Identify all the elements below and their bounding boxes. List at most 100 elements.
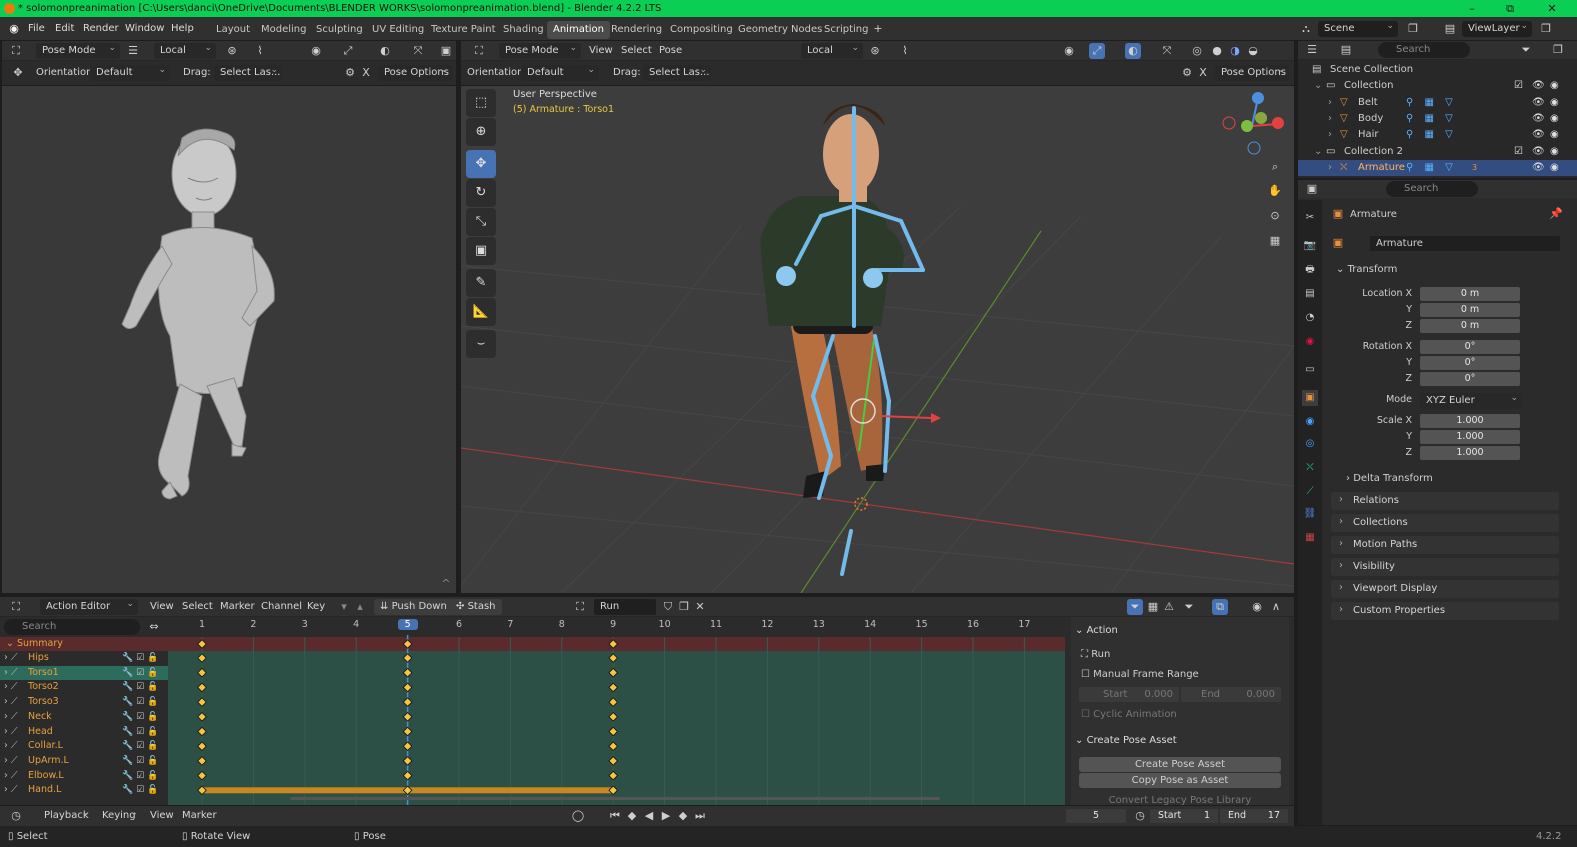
rendered-icon[interactable]: ◒	[1245, 43, 1261, 59]
bone-icon[interactable]: › ⟋	[4, 739, 17, 753]
start-frame-field[interactable]: Start 1	[1150, 809, 1218, 823]
collection-tab-icon[interactable]: ▭	[1302, 362, 1318, 378]
filters-icon[interactable]: ⏷	[1181, 599, 1197, 615]
material-icon[interactable]: ◑	[1227, 43, 1243, 59]
channel-toggles[interactable]: 🔧 ☑ 🔓	[122, 754, 158, 768]
transform-tool[interactable]: ▣	[466, 237, 496, 265]
tab-animation[interactable]: Animation	[547, 21, 610, 39]
exclude-checkbox[interactable]: ☑	[1514, 144, 1523, 160]
bone-icon[interactable]: › ⟋	[4, 666, 17, 680]
menu-render[interactable]: Render	[83, 21, 119, 37]
menu-pose[interactable]: Pose	[659, 43, 682, 59]
jump-end-icon[interactable]: ⏭	[692, 808, 708, 824]
solid-icon[interactable]: ●	[1209, 43, 1225, 59]
output-tab-icon[interactable]: 🖶	[1302, 262, 1318, 278]
tab-layout[interactable]: Layout	[210, 21, 256, 39]
pan-icon[interactable]: ✋	[1267, 183, 1283, 199]
delta-transform-subpanel[interactable]: › Delta Transform	[1346, 471, 1433, 486]
menu-marker[interactable]: Marker	[220, 599, 255, 615]
channel-row[interactable]: › ⟋ UpArm.L 🔧 ☑ 🔓	[0, 754, 168, 768]
render-camera-icon[interactable]: ◉	[1550, 111, 1559, 127]
next-key-icon[interactable]: ◆	[675, 808, 691, 824]
outliner-row-body[interactable]: › ▽ Body ⚲ ▦ ▽ 👁 ◉	[1298, 111, 1577, 127]
menu-file[interactable]: File	[28, 21, 45, 37]
down-arrow-icon[interactable]: ▾	[336, 599, 352, 615]
expand-arrow-icon[interactable]: ›	[1328, 95, 1332, 111]
channel-row[interactable]: › ⟋ Hips 🔧 ☑ 🔓	[0, 651, 168, 665]
menu-help[interactable]: Help	[171, 21, 194, 37]
shading-icon[interactable]: ▣	[438, 43, 454, 59]
main-transform-dropdown[interactable]: Local	[801, 40, 863, 59]
main-pose-options[interactable]: Pose Options	[1215, 62, 1289, 81]
new-scene-icon[interactable]: ❐	[1405, 21, 1421, 37]
dopesheet-editor-icon[interactable]: ⛶	[8, 599, 24, 615]
frame-number[interactable]: 14	[860, 619, 880, 630]
blender-menu-icon[interactable]: ◉	[6, 21, 22, 37]
editor-mode-dropdown[interactable]: Action Editor	[40, 596, 138, 615]
eye-icon[interactable]: 👁	[1532, 78, 1545, 94]
expand-arrow-icon[interactable]: ⌄	[1314, 78, 1322, 94]
rotation-mode-dropdown[interactable]: XYZ Euler	[1420, 390, 1522, 409]
gizmo-icon[interactable]: ⤢	[1089, 43, 1105, 59]
properties-editor-icon[interactable]: ▣	[1304, 181, 1320, 197]
auto-snap-icon[interactable]: ⧉	[1212, 599, 1228, 615]
keying-menu[interactable]: Keying	[96, 805, 142, 824]
left-mode-dropdown[interactable]: Pose Mode	[36, 40, 120, 59]
frame-number[interactable]: 10	[655, 619, 675, 630]
menu-view[interactable]: View	[150, 599, 174, 615]
measure-tool[interactable]: 📐	[466, 298, 496, 326]
channel-row[interactable]: › ⟋ Torso1 🔧 ☑ 🔓	[0, 665, 168, 680]
exclude-checkbox[interactable]: ☑	[1514, 78, 1523, 94]
tool-tab-icon[interactable]: ✂	[1302, 210, 1318, 226]
modifier-icons[interactable]: ⚲ ▦ ▽	[1406, 95, 1457, 111]
only-selected-icon[interactable]: ⏷	[1127, 599, 1143, 615]
visibility-icon[interactable]: ◉	[1061, 43, 1077, 59]
pivot-icon[interactable]: ⊛	[867, 43, 883, 59]
view-layer-tab-icon[interactable]: ▤	[1302, 286, 1318, 302]
close-button[interactable]: ✕	[1537, 0, 1567, 17]
menu-key[interactable]: Key	[307, 599, 325, 615]
tab-shading[interactable]: Shading	[497, 21, 550, 39]
bone-icon[interactable]: › ⟋	[4, 725, 17, 739]
channel-row[interactable]: › ⟋ Hand.L 🔧 ☑ 🔓	[0, 783, 168, 797]
frame-number[interactable]: 6	[449, 619, 469, 630]
channel-toggles[interactable]: 🔧 ☑ 🔓	[122, 695, 158, 709]
object-tab-icon[interactable]: ▣	[1302, 390, 1318, 406]
armature-tab-icon[interactable]: ⛌	[1302, 460, 1318, 476]
location-y-field[interactable]: 0 m	[1420, 303, 1520, 317]
menu-channel[interactable]: Channel	[261, 599, 302, 615]
outliner-search[interactable]: Search	[1378, 42, 1470, 58]
scale-z-field[interactable]: 1.000	[1420, 446, 1520, 460]
outliner-row-belt[interactable]: › ▽ Belt ⚲ ▦ ▽ 👁 ◉	[1298, 95, 1577, 111]
frame-number[interactable]: 7	[500, 619, 520, 630]
start-field[interactable]: Start 0.000	[1079, 687, 1179, 702]
render-camera-icon[interactable]: ◉	[1550, 144, 1559, 160]
expand-icon[interactable]: ^	[438, 576, 454, 592]
main-viewport[interactable]: User Perspective (5) Armature : Torso1 ⬚…	[461, 86, 1294, 593]
left-drag-dropdown[interactable]: Select Las...	[214, 62, 282, 81]
bone-icon[interactable]: › ⟋	[4, 695, 17, 709]
relax-pose-tool[interactable]: ⌣	[466, 330, 496, 358]
motion-paths-panel[interactable]: Motion Paths	[1331, 535, 1559, 554]
frame-number[interactable]: 4	[346, 619, 366, 630]
location-x-field[interactable]: 0 m	[1420, 287, 1520, 301]
eye-icon[interactable]: 👁	[1532, 160, 1545, 176]
camera-icon[interactable]: ⊙	[1267, 208, 1283, 224]
viewlayer-selector[interactable]: ViewLayer	[1462, 18, 1532, 37]
left-viewport[interactable]: ^	[2, 86, 456, 593]
channel-toggles[interactable]: 🔧 ☑ 🔓	[122, 739, 158, 753]
bone-icon[interactable]: › ⟋	[4, 754, 17, 768]
visibility-panel[interactable]: Visibility	[1331, 557, 1559, 576]
rotation-x-field[interactable]: 0°	[1420, 340, 1520, 354]
left-pose-options[interactable]: Pose Options	[378, 62, 452, 81]
menu-collapse-icon[interactable]: ☰	[125, 43, 141, 59]
grid-icon[interactable]: ▦	[1267, 233, 1283, 249]
wireframe-icon[interactable]: ◎	[1189, 43, 1205, 59]
current-frame-indicator[interactable]: 5	[397, 619, 418, 630]
pivot-icon[interactable]: ⊛	[224, 43, 240, 59]
expand-arrow-icon[interactable]: ⌄	[1314, 144, 1322, 160]
eye-icon[interactable]: 👁	[1532, 111, 1545, 127]
viewport-display-panel[interactable]: Viewport Display	[1331, 579, 1559, 598]
frame-number[interactable]: 11	[706, 619, 726, 630]
play-icon[interactable]: ▶	[658, 808, 674, 824]
